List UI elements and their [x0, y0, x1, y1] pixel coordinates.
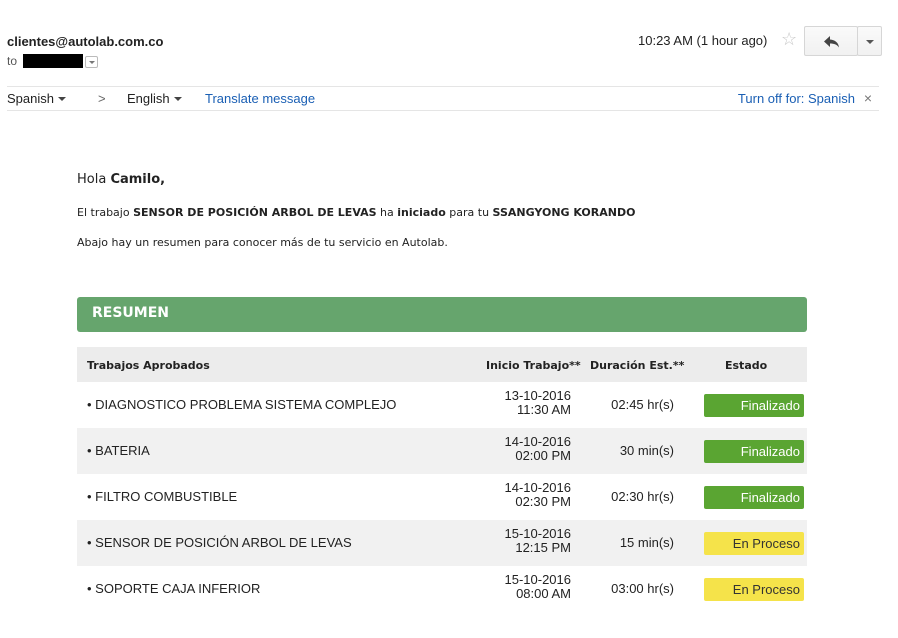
source-language-select[interactable]: Spanish	[7, 91, 66, 106]
status-badge: Finalizado	[704, 440, 804, 463]
start-cell: 14-10-2016 02:00 PM	[505, 435, 572, 463]
duration-cell: 03:00 hr(s)	[611, 581, 674, 596]
target-language-select[interactable]: English	[127, 91, 182, 106]
start-date: 15-10-2016	[504, 526, 572, 541]
translate-bar: Spanish > English Translate message Turn…	[7, 86, 879, 111]
duration-cell: 15 min(s)	[619, 535, 674, 550]
duration-cell: 02:30 hr(s)	[611, 489, 674, 504]
status-badge: Finalizado	[704, 486, 804, 509]
job-cell: • BATERIA	[87, 443, 150, 458]
start-date: 15-10-2016	[504, 572, 572, 587]
start-cell: 13-10-2016 11:30 AM	[505, 389, 572, 417]
duration-cell: 30 min(s)	[619, 443, 674, 458]
chevron-down-icon	[173, 97, 182, 101]
col-duration: Duración Est.**	[590, 359, 685, 372]
start-time: 11:30 AM	[517, 402, 571, 417]
target-language-label: English	[127, 91, 170, 106]
vehicle-name: SSANGYONG KORANDO	[492, 206, 636, 219]
source-language-label: Spanish	[7, 91, 54, 106]
job-cell: • FILTRO COMBUSTIBLE	[87, 489, 238, 504]
summary-header: RESUMEN	[77, 297, 807, 332]
p1-a: El trabajo	[77, 206, 134, 219]
job-status: iniciado	[397, 206, 446, 219]
greeting-prefix: Hola	[77, 172, 111, 187]
table-row: • DIAGNOSTICO PROBLEMA SISTEMA COMPLEJO …	[77, 382, 807, 428]
start-time: 02:30 PM	[515, 494, 571, 509]
language-arrow: >	[98, 91, 106, 106]
start-date: 13-10-2016	[504, 388, 572, 403]
start-cell: 15-10-2016 12:15 PM	[505, 527, 572, 555]
duration-cell: 02:45 hr(s)	[611, 397, 674, 412]
table-header: Trabajos Aprobados Inicio Trabajo** Dura…	[77, 347, 807, 382]
p1-b: ha	[376, 206, 398, 219]
close-icon[interactable]: ×	[864, 90, 872, 106]
table-row: • SOPORTE CAJA INFERIOR 15-10-2016 08:00 …	[77, 566, 807, 612]
summary-intro: Abajo hay un resumen para conocer más de…	[77, 236, 448, 249]
col-state: Estado	[725, 359, 768, 372]
chevron-down-icon	[57, 97, 66, 101]
customer-name: Camilo,	[110, 172, 166, 187]
status-badge: Finalizado	[704, 394, 804, 417]
start-cell: 14-10-2016 02:30 PM	[505, 481, 572, 509]
col-start: Inicio Trabajo**	[486, 359, 581, 372]
p1-c: para tu	[445, 206, 493, 219]
start-time: 08:00 AM	[516, 586, 571, 601]
received-time: 10:23 AM (1 hour ago)	[638, 33, 768, 48]
sender-email[interactable]: clientes@autolab.com.co	[7, 34, 163, 49]
reply-arrow-icon	[824, 36, 839, 48]
start-date: 14-10-2016	[504, 480, 572, 495]
status-badge: En Proceso	[704, 532, 804, 555]
translate-message-link[interactable]: Translate message	[205, 91, 315, 106]
start-cell: 15-10-2016 08:00 AM	[505, 573, 572, 601]
start-time: 12:15 PM	[515, 540, 571, 555]
status-badge: En Proceso	[704, 578, 804, 601]
col-approved-jobs: Trabajos Aprobados	[87, 359, 210, 372]
start-date: 14-10-2016	[504, 434, 572, 449]
table-row: • FILTRO COMBUSTIBLE 14-10-2016 02:30 PM …	[77, 474, 807, 520]
job-cell: • SOPORTE CAJA INFERIOR	[87, 581, 261, 596]
table-row: • SENSOR DE POSICIÓN ARBOL DE LEVAS 15-1…	[77, 520, 807, 566]
job-cell: • DIAGNOSTICO PROBLEMA SISTEMA COMPLEJO	[87, 397, 397, 412]
more-options-button[interactable]	[857, 26, 882, 56]
job-name: SENSOR DE POSICIÓN ARBOL DE LEVAS	[133, 206, 377, 219]
turn-off-translation-link[interactable]: Turn off for: Spanish	[738, 91, 855, 106]
recipient-line: to	[7, 54, 99, 68]
to-label: to	[7, 54, 18, 68]
recipient-details-dropdown-icon[interactable]	[85, 56, 99, 68]
intro-paragraph: El trabajo SENSOR DE POSICIÓN ARBOL DE L…	[77, 206, 635, 219]
start-time: 02:00 PM	[515, 448, 571, 463]
star-outline-icon[interactable]: ☆	[781, 29, 797, 50]
table-row: • BATERIA 14-10-2016 02:00 PM 30 min(s) F…	[77, 428, 807, 474]
job-cell: • SENSOR DE POSICIÓN ARBOL DE LEVAS	[87, 535, 352, 550]
greeting: Hola Camilo,	[77, 172, 165, 187]
redacted-recipient	[23, 54, 84, 68]
reply-button[interactable]	[804, 26, 858, 56]
